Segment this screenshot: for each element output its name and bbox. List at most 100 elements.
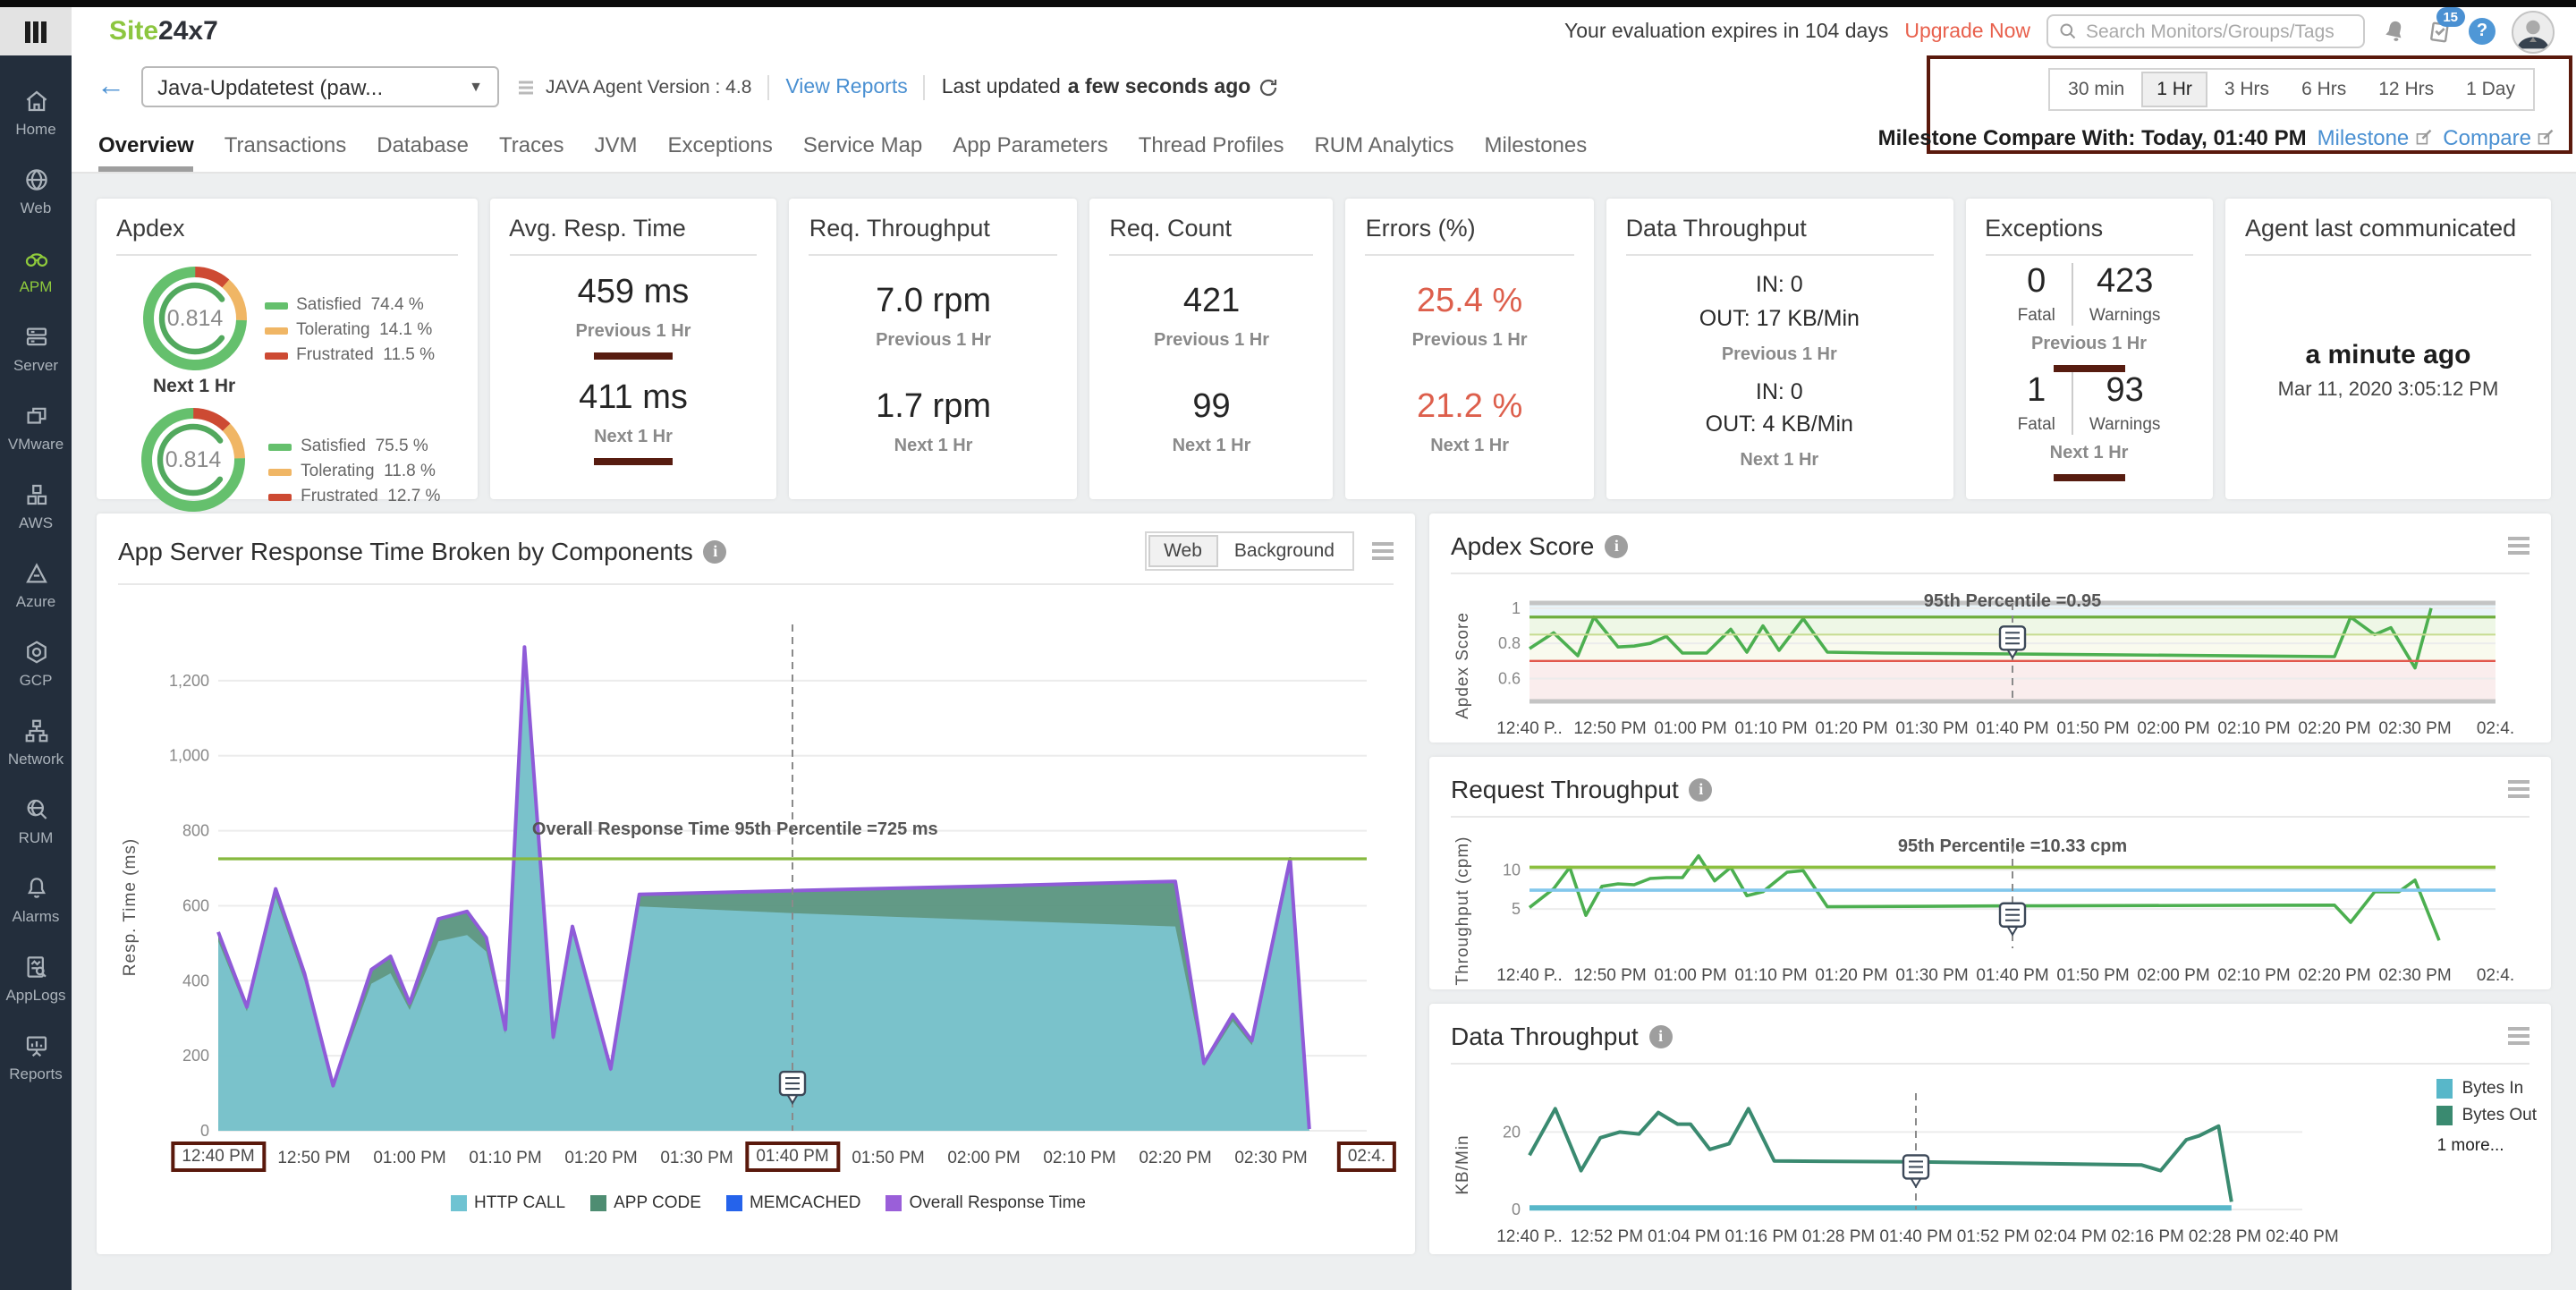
range-1hr[interactable]: 1 Hr [2140,72,2208,107]
data-throughput-plot[interactable]: 020 [1476,1079,2317,1215]
sidebar-item-rum[interactable]: RUM [0,782,72,861]
sidebar-item-aws[interactable]: AWS [0,467,72,546]
x-axis-tick-label: 12:50 PM [1573,966,1646,986]
chart-menu-icon[interactable] [1372,542,1394,560]
request-throughput-plot[interactable]: 51095th Percentile =10.33 cpm [1476,832,2510,954]
agent-last-communicated-card: Agent last communicated a minute ago Mar… [2225,199,2551,499]
legend-label: APP CODE [614,1193,701,1213]
range-3hrs[interactable]: 3 Hrs [2208,72,2285,107]
annotation-underline [594,352,673,360]
sidebar-item-applogs[interactable]: AppLogs [0,939,72,1018]
range-12hrs[interactable]: 12 Hrs [2362,72,2450,107]
global-search[interactable] [2046,14,2365,48]
svg-text:Overall Response Time 95th Per: Overall Response Time 95th Percentile =7… [532,819,938,839]
refresh-icon[interactable] [1258,76,1279,98]
back-button[interactable]: ← [97,72,125,101]
apdex-score-plot[interactable]: 0.60.8195th Percentile =0.95 [1476,589,2510,707]
tab-overview[interactable]: Overview [98,118,194,172]
tab-traces[interactable]: Traces [499,118,564,172]
milestone-link[interactable]: Milestone [2318,125,2433,150]
svg-text:0.814: 0.814 [166,306,223,331]
x-axis-tick-label: 12:40 PM [171,1141,265,1172]
sidebar-item-alarms[interactable]: Alarms [0,861,72,939]
card-title: Req. Throughput [809,215,1058,242]
apdex-gauge-row: 0.814 Next 1 Hr Satisfied 74.4 % Tolerat… [139,263,435,397]
sidebar-item-home[interactable]: Home [0,73,72,152]
sidebar-item-reports[interactable]: Reports [0,1018,72,1097]
view-reports-link[interactable]: View Reports [785,76,907,98]
components-chart-plot[interactable]: 02004006008001,0001,200Overall Response … [143,599,1381,1136]
legend-label: Satisfied 74.4 % [296,295,424,315]
search-input[interactable] [2086,21,2352,42]
legend-item[interactable]: HTTP CALL [451,1193,565,1213]
metric-period: Next 1 Hr [876,437,991,457]
x-axis-tick-label: 01:00 PM [373,1149,445,1168]
card-title: Exceptions [1985,215,2193,242]
info-icon[interactable]: i [704,539,727,563]
chart-menu-icon[interactable] [2508,1027,2529,1045]
chart-body[interactable]: 0.60.8195th Percentile =0.95 12:40 P..12… [1476,589,2529,743]
x-axis-tick-label: 01:40 PM [1976,966,2048,986]
sidebar-item-apm[interactable]: APM [0,231,72,310]
range-1day[interactable]: 1 Day [2450,72,2531,107]
sidebar-item-web[interactable]: Web [0,152,72,231]
svg-text:0.814: 0.814 [165,447,222,472]
annotation-underline [594,459,673,466]
list-icon [515,76,537,98]
site24x7-logo[interactable]: Site24x7 [109,16,218,47]
y-axis-label: Apdex Score [1451,589,1476,743]
chart-body[interactable]: 020 12:40 P..12:52 PM01:04 PM01:16 PM01:… [1476,1079,2529,1251]
legend-more-link[interactable]: 1 more... [2437,1136,2537,1156]
chart-menu-icon[interactable] [2508,780,2529,798]
metric-value: IN: 0OUT: 17 KB/Min [1699,268,1860,335]
tab-database[interactable]: Database [377,118,469,172]
range-6hrs[interactable]: 6 Hrs [2285,72,2362,107]
chart-body[interactable]: 51095th Percentile =10.33 cpm 12:40 P.. 1… [1476,832,2529,989]
legend-item[interactable]: Bytes Out [2437,1106,2537,1125]
x-axis-tick-label: 02:4. [1337,1141,1396,1172]
toggle-background[interactable]: Background [1218,535,1351,567]
bell-icon [2381,18,2408,45]
sidebar-item-gcp[interactable]: GCP [0,624,72,703]
user-avatar[interactable] [2512,10,2555,53]
vmware-icon [22,403,49,429]
apdex-legend: Satisfied 75.5 % Tolerating 11.8 % Frust… [268,437,440,506]
sidebar-item-azure[interactable]: Azure [0,546,72,624]
tab-milestones[interactable]: Milestones [1485,118,1588,172]
legend-item[interactable]: Overall Response Time [886,1193,1086,1213]
tab-jvm[interactable]: JVM [594,118,637,172]
toggle-web[interactable]: Web [1148,535,1218,567]
x-axis-tick-label: 02:30 PM [1234,1149,1307,1168]
tab-thread-profiles[interactable]: Thread Profiles [1139,118,1284,172]
sidebar-item-server[interactable]: Server [0,310,72,388]
tab-service-map[interactable]: Service Map [803,118,922,172]
notifications-button[interactable]: 15 [2424,17,2453,46]
help-button[interactable]: ? [2469,18,2496,45]
main-menu-button[interactable] [0,7,72,55]
chart-menu-icon[interactable] [2508,537,2529,555]
legend-label: Overall Response Time [910,1193,1086,1213]
tab-app-parameters[interactable]: App Parameters [953,118,1107,172]
range-30min[interactable]: 30 min [2052,72,2140,107]
info-icon[interactable]: i [1690,777,1713,801]
legend-item[interactable]: Bytes In [2437,1079,2537,1099]
info-icon[interactable]: i [1605,534,1628,557]
sidebar-item-vmware[interactable]: VMware [0,388,72,467]
tab-transactions[interactable]: Transactions [225,118,347,172]
avatar-person-icon [2513,12,2553,51]
alerts-bell-button[interactable] [2381,18,2408,45]
svg-text:800: 800 [182,822,209,840]
tab-rum-analytics[interactable]: RUM Analytics [1314,118,1453,172]
tab-exceptions[interactable]: Exceptions [667,118,772,172]
legend-item[interactable]: MEMCACHED [726,1193,861,1213]
legend-item[interactable]: APP CODE [590,1193,701,1213]
sidebar-item-network[interactable]: Network [0,703,72,782]
chart-body[interactable]: 02004006008001,0001,200Overall Response … [143,599,1394,1213]
monitor-selector-dropdown[interactable]: Java-Updatetest (paw... ▼ [141,66,499,107]
exceptions-card: Exceptions 0Fatal 423Warnings Previous 1… [1965,199,2213,499]
info-icon[interactable]: i [1649,1024,1673,1048]
x-axis-tick-label: 12:40 P.. [1496,966,1563,986]
compare-link[interactable]: Compare [2443,125,2555,150]
metric-value: 421 [1154,283,1269,322]
upgrade-now-link[interactable]: Upgrade Now [1904,21,2030,42]
